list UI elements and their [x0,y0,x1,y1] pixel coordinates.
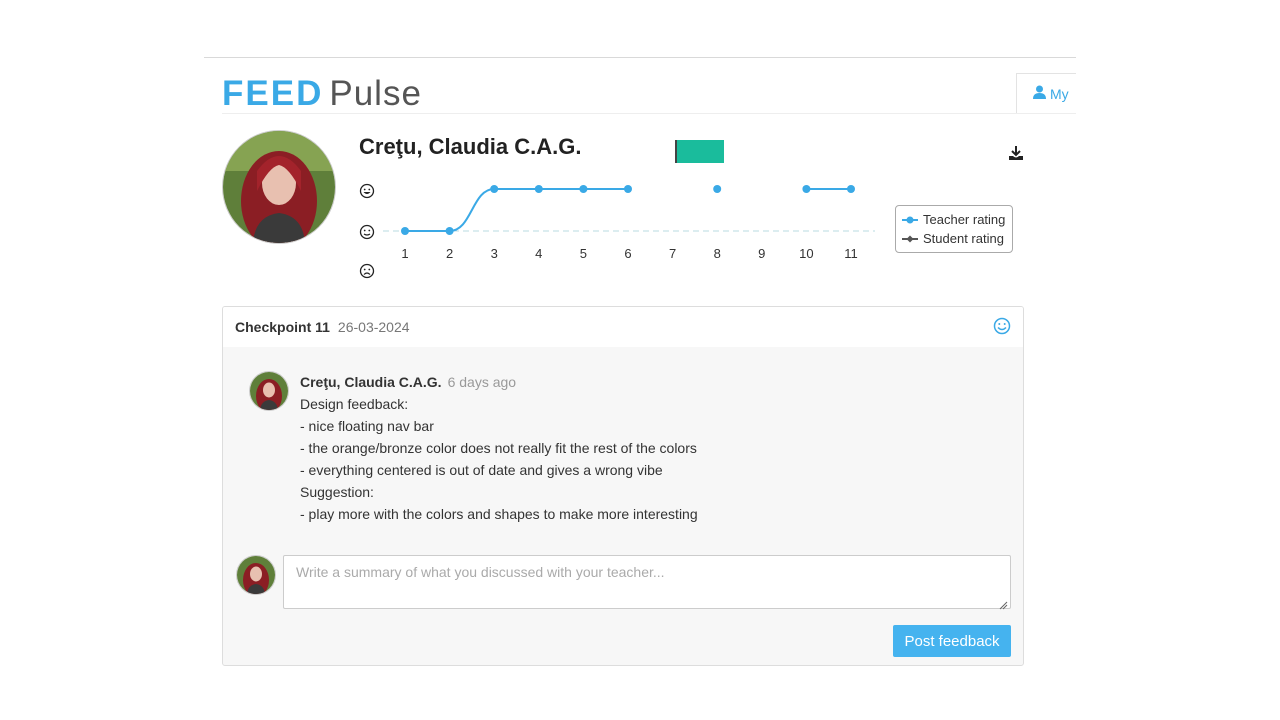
teacher-line-segment [449,188,495,232]
comment-line: Design feedback: [300,396,409,412]
x-tick-label: 7 [669,246,676,261]
user-icon [1033,85,1046,102]
comment-avatar [249,371,289,411]
neutral-face-icon [359,224,375,240]
x-tick-label: 5 [580,246,587,261]
chart-legend: Teacher rating Student rating [895,205,1013,253]
student-avatar [222,130,336,244]
feedback-comment: Creţu, Claudia C.A.G. 6 days ago Design f… [249,371,989,525]
teacher-rating-point [802,185,811,193]
student-name: Creţu, Claudia C.A.G. [359,134,582,159]
logo-pulse: Pulse [329,74,422,113]
happy-face-icon [359,183,375,199]
teacher-rating-point [579,185,588,193]
x-tick-label: 6 [624,246,631,261]
comment-line: Suggestion: [300,484,374,500]
teacher-rating-point [713,185,722,193]
comment-line: - the orange/bronze color does not reall… [300,440,697,456]
comment-time: 6 days ago [447,374,517,390]
checkpoint-panel: Checkpoint 11 26-03-2024 Creţu, Claudia … [222,306,1024,666]
feedpulse-logo[interactable]: FEED Pulse [222,74,422,114]
feedback-summary-input[interactable] [283,555,1011,609]
comment-author[interactable]: Creţu, Claudia C.A.G. [300,374,442,390]
comment-line: - everything centered is out of date and… [300,462,663,478]
rating-chart: 1 2 3 4 5 6 7 8 9 10 11 [359,183,875,279]
teacher-rating-point [401,227,409,235]
x-tick-label: 2 [446,246,453,261]
post-feedback-button[interactable]: Post feedback [893,625,1011,657]
checkpoint-title: Checkpoint 11 [235,319,330,335]
logo-feed: FEED [222,74,324,113]
x-tick-label: 11 [844,246,858,261]
x-tick-label: 4 [535,246,542,261]
checkpoint-header[interactable]: Checkpoint 11 26-03-2024 [223,307,1023,347]
comment-line: - nice floating nav bar [300,418,434,434]
teacher-rating-point [445,227,454,235]
sad-face-icon [359,263,375,279]
smile-icon [993,317,1011,338]
x-tick-label: 8 [714,246,721,261]
teacher-rating-point [534,185,543,193]
teacher-rating-point [847,185,855,193]
comment-line: - play more with the colors and shapes t… [300,506,698,522]
teacher-rating-point [490,185,499,193]
top-divider [204,57,1076,58]
legend-teacher-label: Teacher rating [923,212,1006,227]
teacher-rating-point [624,185,632,193]
legend-teacher[interactable]: Teacher rating [902,210,1006,229]
tab-my-profile[interactable]: My [1016,73,1076,113]
checkpoint-flag[interactable] [675,140,724,163]
x-tick-label: 9 [758,246,765,261]
checkpoint-date: 26-03-2024 [337,319,410,335]
x-tick-label: 10 [799,246,813,261]
tab-my-label: My [1050,85,1069,102]
reply-avatar [236,555,276,595]
x-tick-label: 3 [491,246,498,261]
nav-divider [222,113,1076,114]
download-icon[interactable] [1007,144,1025,162]
legend-student-label: Student rating [923,231,1004,246]
legend-student[interactable]: Student rating [902,229,1006,248]
x-tick-label: 1 [401,246,408,261]
resize-grip-icon[interactable] [999,597,1008,615]
